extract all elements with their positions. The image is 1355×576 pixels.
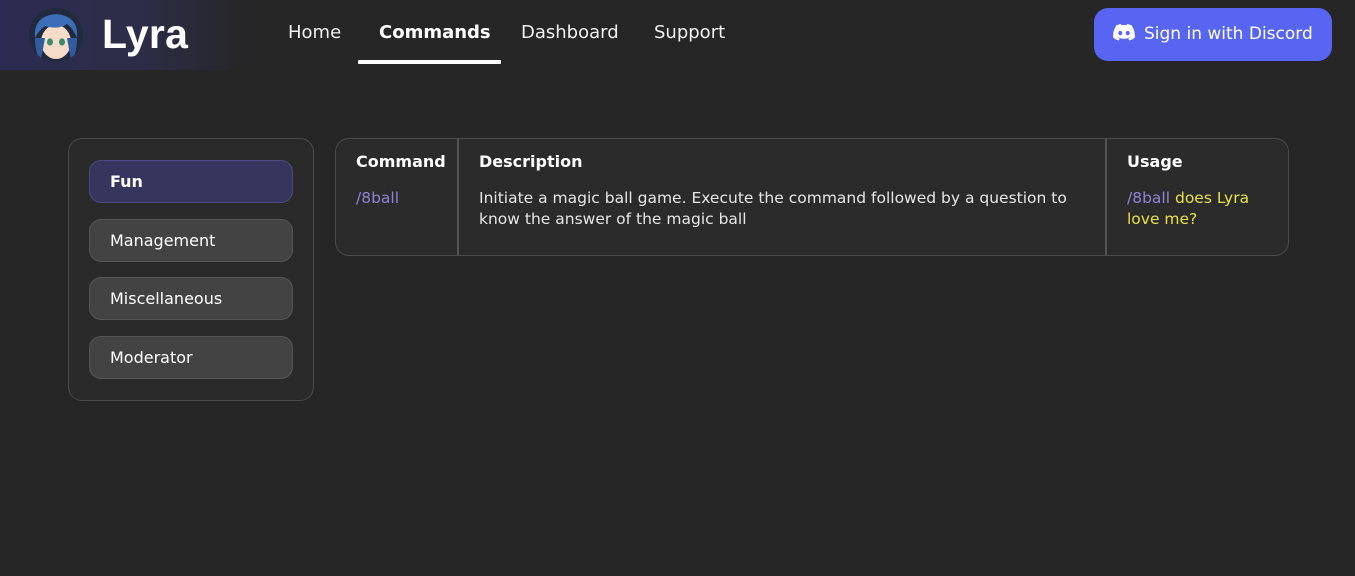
category-fun[interactable]: Fun (89, 160, 293, 203)
category-miscellaneous[interactable]: Miscellaneous (89, 277, 293, 320)
command-name[interactable]: /8ball (356, 188, 399, 209)
sign-in-discord-button[interactable]: Sign in with Discord (1094, 8, 1332, 61)
category-label: Fun (110, 172, 143, 191)
category-moderator[interactable]: Moderator (89, 336, 293, 379)
top-navbar: Lyra Home Commands Dashboard Support Sig… (0, 0, 1355, 70)
brand-name: Lyra (102, 11, 189, 57)
category-label: Moderator (110, 348, 193, 367)
header-command: Command (356, 152, 446, 171)
category-label: Miscellaneous (110, 289, 223, 308)
command-usage: /8ball does Lyra love me? (1127, 188, 1277, 230)
category-label: Management (110, 231, 216, 250)
header-usage: Usage (1127, 152, 1183, 171)
nav-active-indicator (358, 60, 501, 64)
commands-table: Command Description Usage /8ball Initiat… (335, 138, 1289, 256)
brand[interactable]: Lyra (0, 0, 250, 70)
column-divider (1105, 139, 1107, 255)
column-divider (457, 139, 459, 255)
header-description: Description (479, 152, 583, 171)
nav-home[interactable]: Home (288, 22, 341, 43)
discord-icon (1113, 24, 1135, 41)
nav-dashboard[interactable]: Dashboard (521, 22, 619, 43)
category-sidebar: Fun Management Miscellaneous Moderator (68, 138, 314, 401)
command-description: Initiate a magic ball game. Execute the … (479, 189, 1067, 228)
nav-commands[interactable]: Commands (379, 22, 491, 43)
sign-in-discord-label: Sign in with Discord (1144, 24, 1313, 44)
nav-support[interactable]: Support (654, 22, 725, 43)
usage-command: /8ball (1127, 189, 1171, 207)
category-management[interactable]: Management (89, 219, 293, 262)
avatar (29, 8, 83, 62)
